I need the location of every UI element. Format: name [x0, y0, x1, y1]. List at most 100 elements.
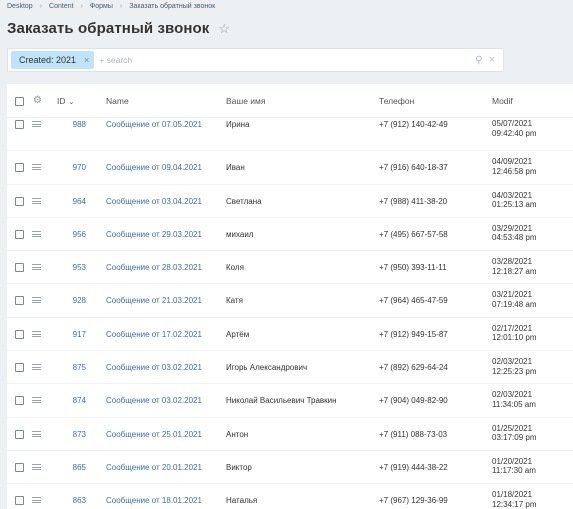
row-name-link[interactable]: Сообщение от 17.02.2021	[106, 330, 202, 339]
row-id[interactable]: 873	[54, 430, 86, 439]
table-row[interactable]: 928 Сообщение от 21.03.2021 Катя +7 (964) 4…	[7, 284, 573, 318]
column-header-phone[interactable]: Телефон	[379, 96, 414, 106]
row-checkbox[interactable]	[15, 229, 24, 239]
row-name-link[interactable]: Сообщение от 29.03.2021	[106, 230, 202, 239]
drag-handle-icon[interactable]	[32, 497, 41, 504]
table-row[interactable]: 874 Сообщение от 03.02.2021 Николай Василь…	[7, 384, 573, 418]
search-input[interactable]: + search	[99, 55, 475, 65]
row-modified-time: 12:46:58 pm	[492, 166, 537, 176]
row-checkbox[interactable]	[15, 462, 24, 472]
table-row[interactable]: 865 Сообщение от 20.01.2021 Виктор +7 (919)…	[7, 451, 573, 485]
column-header-person[interactable]: Ваше имя	[226, 96, 266, 106]
table-row[interactable]: 964 Сообщение от 03.04.2021 Светлана +7 (98…	[7, 185, 573, 218]
row-id[interactable]: 865	[54, 463, 86, 472]
row-modified-date: 01/18/2021	[492, 490, 533, 500]
row-modified-date: 01/20/2021	[492, 456, 533, 466]
breadcrumb-forms[interactable]: Формы	[90, 3, 113, 10]
row-name-link[interactable]: Сообщение от 18.01.2021	[106, 496, 202, 505]
row-id[interactable]: 964	[54, 197, 86, 206]
row-id[interactable]: 928	[54, 296, 86, 305]
breadcrumb-content[interactable]: Content	[49, 3, 74, 10]
row-checkbox[interactable]	[15, 429, 24, 439]
row-name-link[interactable]: Сообщение от 21.03.2021	[106, 296, 202, 305]
row-id[interactable]: 863	[54, 496, 86, 505]
column-header-modified[interactable]: Modif	[492, 96, 513, 106]
close-icon[interactable]: ×	[84, 55, 89, 65]
row-id[interactable]: 988	[54, 120, 86, 129]
drag-handle-icon[interactable]	[32, 164, 41, 171]
column-header-id[interactable]: ID ⌄	[57, 96, 74, 106]
table-row[interactable]: 988 Сообщение от 07.05.2021 Ирина +7 (912) …	[7, 118, 573, 152]
drag-handle-icon[interactable]	[32, 121, 41, 127]
search-bar[interactable]: Created: 2021 × + search ⚲ ×	[7, 48, 504, 72]
table-row[interactable]: 873 Сообщение от 25.01.2021 Антон +7 (911) …	[7, 418, 573, 451]
drag-handle-icon[interactable]	[32, 397, 41, 404]
row-modified: 03/21/2021 07:19:48 am	[492, 290, 536, 309]
drag-handle-icon[interactable]	[32, 264, 41, 271]
row-modified-date: 02/17/2021	[492, 323, 533, 333]
row-modified-time: 04:53:48 pm	[492, 233, 537, 243]
drag-handle-icon[interactable]	[32, 197, 41, 204]
column-header-name[interactable]: Name	[106, 96, 129, 106]
row-modified-date: 05/07/2021	[492, 119, 533, 128]
row-name-link[interactable]: Сообщение от 25.01.2021	[106, 430, 202, 439]
drag-handle-icon[interactable]	[32, 463, 41, 470]
gear-icon[interactable]: ⚙	[33, 95, 42, 106]
row-checkbox[interactable]	[15, 120, 24, 129]
row-modified-date: 02/03/2021	[492, 357, 533, 367]
row-checkbox[interactable]	[15, 196, 24, 206]
filter-chip[interactable]: Created: 2021 ×	[11, 51, 95, 69]
row-checkbox[interactable]	[15, 496, 24, 506]
row-id[interactable]: 970	[54, 163, 86, 172]
row-checkbox[interactable]	[15, 163, 24, 173]
table-row[interactable]: 917 Сообщение от 17.02.2021 Артём +7 (912) …	[7, 318, 573, 352]
row-name-link[interactable]: Сообщение от 20.01.2021	[106, 463, 202, 472]
search-icon[interactable]: ⚲	[475, 55, 482, 66]
row-phone: +7 (495) 667-57-58	[379, 229, 448, 239]
grid-rows: 988 Сообщение от 07.05.2021 Ирина +7 (912) …	[7, 118, 573, 509]
row-modified-date: 01/25/2021	[492, 423, 533, 433]
row-person: Николай Васильевич Травкин	[226, 396, 337, 406]
row-id[interactable]: 917	[54, 330, 86, 339]
star-icon[interactable]: ☆	[218, 22, 230, 35]
row-checkbox[interactable]	[15, 329, 24, 339]
row-name-link[interactable]: Сообщение от 03.02.2021	[106, 363, 202, 372]
row-id[interactable]: 874	[54, 396, 86, 405]
row-modified-time: 11:34:05 am	[492, 399, 536, 409]
row-modified-date: 04/03/2021	[492, 190, 533, 200]
row-checkbox[interactable]	[15, 396, 24, 406]
row-phone: +7 (916) 640-18-37	[379, 163, 448, 173]
row-name-link[interactable]: Сообщение от 09.04.2021	[106, 163, 202, 172]
drag-handle-icon[interactable]	[32, 364, 41, 371]
row-checkbox[interactable]	[15, 363, 24, 373]
breadcrumb-current[interactable]: Заказать обратный звонок	[129, 3, 215, 10]
row-name-link[interactable]: Сообщение от 03.02.2021	[106, 396, 202, 405]
drag-handle-icon[interactable]	[32, 430, 41, 437]
drag-handle-icon[interactable]	[32, 330, 41, 337]
row-id[interactable]: 875	[54, 363, 86, 372]
row-modified-time: 12:25:23 pm	[492, 366, 537, 376]
row-name-link[interactable]: Сообщение от 07.05.2021	[106, 120, 202, 129]
row-person: Коля	[226, 263, 244, 273]
select-all-checkbox[interactable]	[15, 97, 24, 106]
table-row[interactable]: 956 Сообщение от 29.03.2021 михаил +7 (495)…	[7, 218, 573, 252]
row-id[interactable]: 956	[54, 230, 86, 239]
table-row[interactable]: 875 Сообщение от 03.02.2021 Игорь Александ…	[7, 351, 573, 385]
table-row[interactable]: 970 Сообщение от 09.04.2021 Иван +7 (916) 6…	[7, 151, 573, 185]
table-row[interactable]: 863 Сообщение от 18.01.2021 Наталья +7 (967…	[7, 484, 573, 509]
row-checkbox[interactable]	[15, 296, 24, 306]
row-person: Светлана	[226, 196, 262, 206]
row-name-link[interactable]: Сообщение от 03.04.2021	[106, 197, 202, 206]
row-checkbox[interactable]	[15, 263, 24, 273]
drag-handle-icon[interactable]	[32, 230, 41, 237]
row-phone: +7 (912) 140-42-49	[379, 120, 448, 129]
breadcrumb-desktop[interactable]: Desktop	[7, 3, 33, 10]
drag-handle-icon[interactable]	[32, 297, 41, 304]
row-id[interactable]: 953	[54, 263, 86, 272]
row-person: михаил	[226, 229, 254, 239]
clear-icon[interactable]: ×	[489, 54, 495, 66]
row-name-link[interactable]: Сообщение от 28.03.2021	[106, 263, 202, 272]
table-row[interactable]: 953 Сообщение от 28.03.2021 Коля +7 (950) 3…	[7, 251, 573, 285]
row-modified-time: 01:25:13 am	[492, 200, 537, 210]
row-person: Наталья	[226, 496, 258, 506]
